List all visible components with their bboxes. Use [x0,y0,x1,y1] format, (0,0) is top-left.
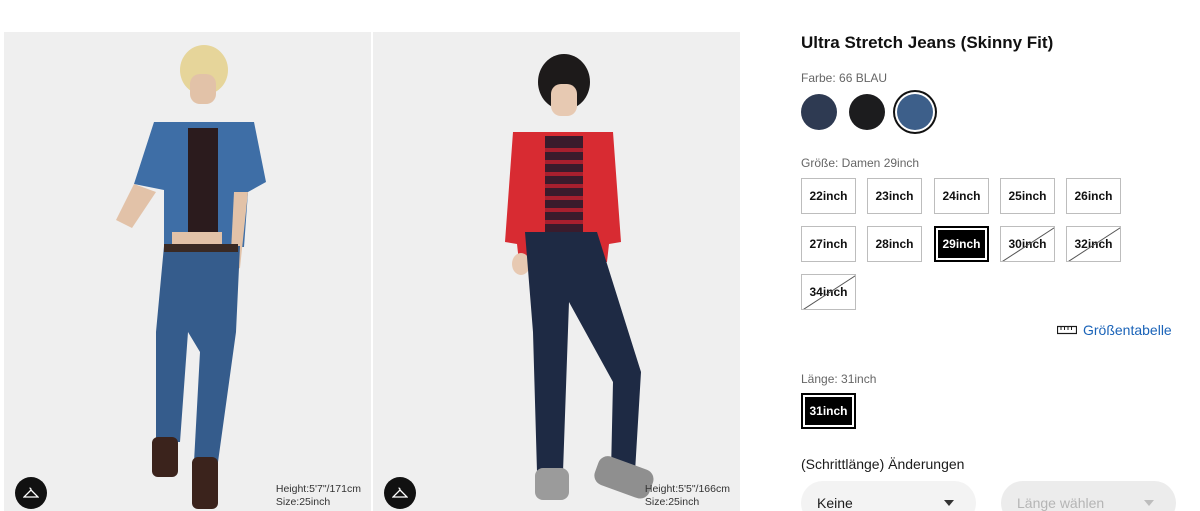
alteration-label: (Schrittlänge) Änderungen [801,456,965,472]
striped-top [545,136,583,246]
size-option-22inch[interactable]: 22inch [801,178,856,214]
size-option-32inch[interactable]: 32inch [1066,226,1121,262]
model-info: Height:5'7"/171cm Size:25inch [276,483,361,509]
model-photo-1 [116,45,266,509]
length-option-31inch[interactable]: 31inch [801,393,856,429]
try-on-button[interactable] [384,477,416,509]
size-option-23inch[interactable]: 23inch [867,178,922,214]
product-title: Ultra Stretch Jeans (Skinny Fit) [801,33,1054,52]
size-option-24inch[interactable]: 24inch [934,178,989,214]
color-swatch-navy[interactable] [801,94,837,130]
model-height: Height:5'5"/166cm [644,483,730,495]
color-label: Farbe: 66 BLAU [801,71,888,85]
product-photo-1[interactable]: Height:5'7"/171cm Size:25inch [4,32,371,511]
product-gallery: Height:5'7"/171cm Size:25inch Height:5'5… [4,32,740,511]
size-chart-link[interactable]: Größentabelle [1057,322,1172,338]
size-option-28inch[interactable]: 28inch [867,226,922,262]
length-label: Länge: 31inch [801,372,877,386]
chevron-down-icon [1144,500,1154,506]
ruler-icon [1057,325,1077,335]
model-photo-2 [505,54,654,500]
hanger-icon [23,487,39,498]
model-size: Size:25inch [644,496,700,508]
hanger-icon [392,487,408,498]
size-option-34inch[interactable]: 34inch [801,274,856,310]
product-options-panel: Ultra Stretch Jeans (Skinny Fit) Farbe: … [801,0,1181,511]
size-option-26inch[interactable]: 26inch [1066,178,1121,214]
size-option-27inch[interactable]: 27inch [801,226,856,262]
color-swatch-black[interactable] [849,94,885,130]
model-height: Height:5'7"/171cm [275,483,361,495]
size-option-30inch[interactable]: 30inch [1000,226,1055,262]
model-size: Size:25inch [275,496,331,508]
size-option-29inch[interactable]: 29inch [934,226,989,262]
color-swatch-blue[interactable] [897,94,933,130]
alteration-select[interactable]: Keine [801,481,976,511]
size-option-25inch[interactable]: 25inch [1000,178,1055,214]
alteration-select-value: Keine [817,495,853,511]
size-label: Größe: Damen 29inch [801,156,920,170]
length-select[interactable]: Länge wählen [1001,481,1176,511]
model-info: Height:5'5"/166cm Size:25inch [645,483,730,509]
size-chart-label: Größentabelle [1083,322,1172,338]
try-on-button[interactable] [15,477,47,509]
product-photo-2[interactable]: Height:5'5"/166cm Size:25inch [373,32,740,511]
chevron-down-icon [944,500,954,506]
length-select-placeholder: Länge wählen [1017,495,1105,511]
